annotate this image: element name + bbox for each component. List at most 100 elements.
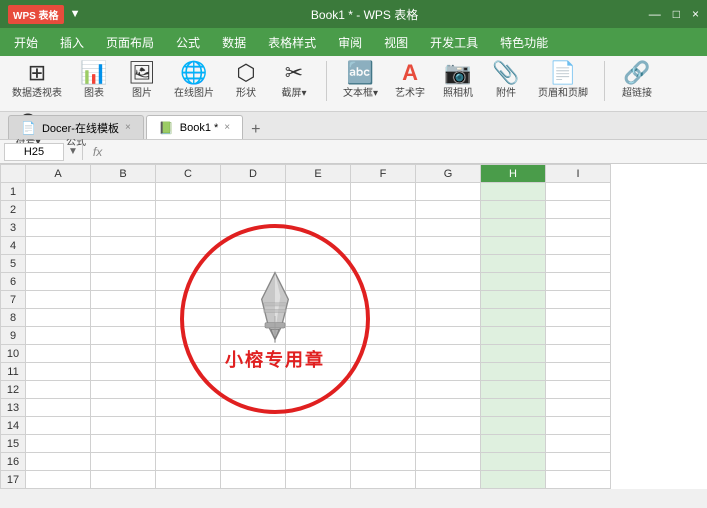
cell-B10[interactable] [91, 345, 156, 363]
maximize-button[interactable]: □ [673, 7, 680, 21]
cell-D9[interactable] [221, 327, 286, 345]
cell-A5[interactable] [26, 255, 91, 273]
cell-A13[interactable] [26, 399, 91, 417]
formula-dropdown[interactable]: ▼ [68, 146, 78, 157]
cell-B1[interactable] [91, 183, 156, 201]
tab-docer[interactable]: 📄 Docer-在线模板 × [8, 115, 144, 139]
cell-H7[interactable] [481, 291, 546, 309]
hyperlink-button[interactable]: 🔗 超链接 [617, 60, 657, 101]
cell-I1[interactable] [546, 183, 611, 201]
attachment-button[interactable]: 📎 附件 [486, 60, 526, 101]
tab-book1-close[interactable]: × [224, 122, 230, 133]
cell-I2[interactable] [546, 201, 611, 219]
cell-B9[interactable] [91, 327, 156, 345]
cell-H5[interactable] [481, 255, 546, 273]
cell-C17[interactable] [156, 471, 221, 489]
cell-C14[interactable] [156, 417, 221, 435]
cell-B13[interactable] [91, 399, 156, 417]
cell-C6[interactable] [156, 273, 221, 291]
col-header-a[interactable]: A [26, 165, 91, 183]
cell-C8[interactable] [156, 309, 221, 327]
cell-E14[interactable] [286, 417, 351, 435]
cell-C11[interactable] [156, 363, 221, 381]
cell-G10[interactable] [416, 345, 481, 363]
cell-I8[interactable] [546, 309, 611, 327]
cell-G8[interactable] [416, 309, 481, 327]
cell-C5[interactable] [156, 255, 221, 273]
cell-F11[interactable] [351, 363, 416, 381]
cell-I15[interactable] [546, 435, 611, 453]
camera-button[interactable]: 📷 照相机 [438, 60, 478, 101]
cell-reference-input[interactable] [4, 143, 64, 161]
cell-C10[interactable] [156, 345, 221, 363]
cell-B5[interactable] [91, 255, 156, 273]
tab-book1[interactable]: 📗 Book1 * × [146, 115, 243, 139]
menu-special[interactable]: 特色功能 [490, 30, 558, 55]
cell-E17[interactable] [286, 471, 351, 489]
cell-E9[interactable] [286, 327, 351, 345]
cell-G15[interactable] [416, 435, 481, 453]
col-header-e[interactable]: E [286, 165, 351, 183]
cell-C3[interactable] [156, 219, 221, 237]
cell-I12[interactable] [546, 381, 611, 399]
cell-H16[interactable] [481, 453, 546, 471]
cell-B2[interactable] [91, 201, 156, 219]
cell-F9[interactable] [351, 327, 416, 345]
cell-A7[interactable] [26, 291, 91, 309]
textbox-button[interactable]: 🔤 文本框▾ [339, 60, 382, 101]
cell-A1[interactable] [26, 183, 91, 201]
cell-A10[interactable] [26, 345, 91, 363]
cell-A4[interactable] [26, 237, 91, 255]
menu-layout[interactable]: 页面布局 [96, 30, 164, 55]
cell-C9[interactable] [156, 327, 221, 345]
col-header-d[interactable]: D [221, 165, 286, 183]
cell-C2[interactable] [156, 201, 221, 219]
cell-I5[interactable] [546, 255, 611, 273]
cell-E16[interactable] [286, 453, 351, 471]
cell-G4[interactable] [416, 237, 481, 255]
cell-E12[interactable] [286, 381, 351, 399]
cell-H4[interactable] [481, 237, 546, 255]
cell-I13[interactable] [546, 399, 611, 417]
cell-G5[interactable] [416, 255, 481, 273]
online-picture-button[interactable]: 🌐 在线图片 [170, 60, 218, 101]
cell-D16[interactable] [221, 453, 286, 471]
cell-I16[interactable] [546, 453, 611, 471]
menu-formula[interactable]: 公式 [166, 30, 210, 55]
cell-F7[interactable] [351, 291, 416, 309]
cell-F13[interactable] [351, 399, 416, 417]
cell-D1[interactable] [221, 183, 286, 201]
cell-C4[interactable] [156, 237, 221, 255]
cell-G9[interactable] [416, 327, 481, 345]
cell-G12[interactable] [416, 381, 481, 399]
cell-B12[interactable] [91, 381, 156, 399]
menu-table-style[interactable]: 表格样式 [258, 30, 326, 55]
cell-C12[interactable] [156, 381, 221, 399]
cell-D10[interactable] [221, 345, 286, 363]
menu-start[interactable]: 开始 [4, 30, 48, 55]
cell-E11[interactable] [286, 363, 351, 381]
cell-A17[interactable] [26, 471, 91, 489]
cell-B8[interactable] [91, 309, 156, 327]
cell-C15[interactable] [156, 435, 221, 453]
cell-H11[interactable] [481, 363, 546, 381]
cell-A14[interactable] [26, 417, 91, 435]
cell-H1[interactable] [481, 183, 546, 201]
cell-F14[interactable] [351, 417, 416, 435]
cell-G3[interactable] [416, 219, 481, 237]
cell-B11[interactable] [91, 363, 156, 381]
cell-E1[interactable] [286, 183, 351, 201]
cell-F3[interactable] [351, 219, 416, 237]
cell-F2[interactable] [351, 201, 416, 219]
cell-D15[interactable] [221, 435, 286, 453]
cell-A12[interactable] [26, 381, 91, 399]
formula-input[interactable] [112, 146, 703, 158]
cell-E4[interactable] [286, 237, 351, 255]
cell-F15[interactable] [351, 435, 416, 453]
cell-G1[interactable] [416, 183, 481, 201]
cell-I3[interactable] [546, 219, 611, 237]
cell-H6[interactable] [481, 273, 546, 291]
cell-C7[interactable] [156, 291, 221, 309]
arttext-button[interactable]: A 艺术字 [390, 60, 430, 101]
cell-B6[interactable] [91, 273, 156, 291]
